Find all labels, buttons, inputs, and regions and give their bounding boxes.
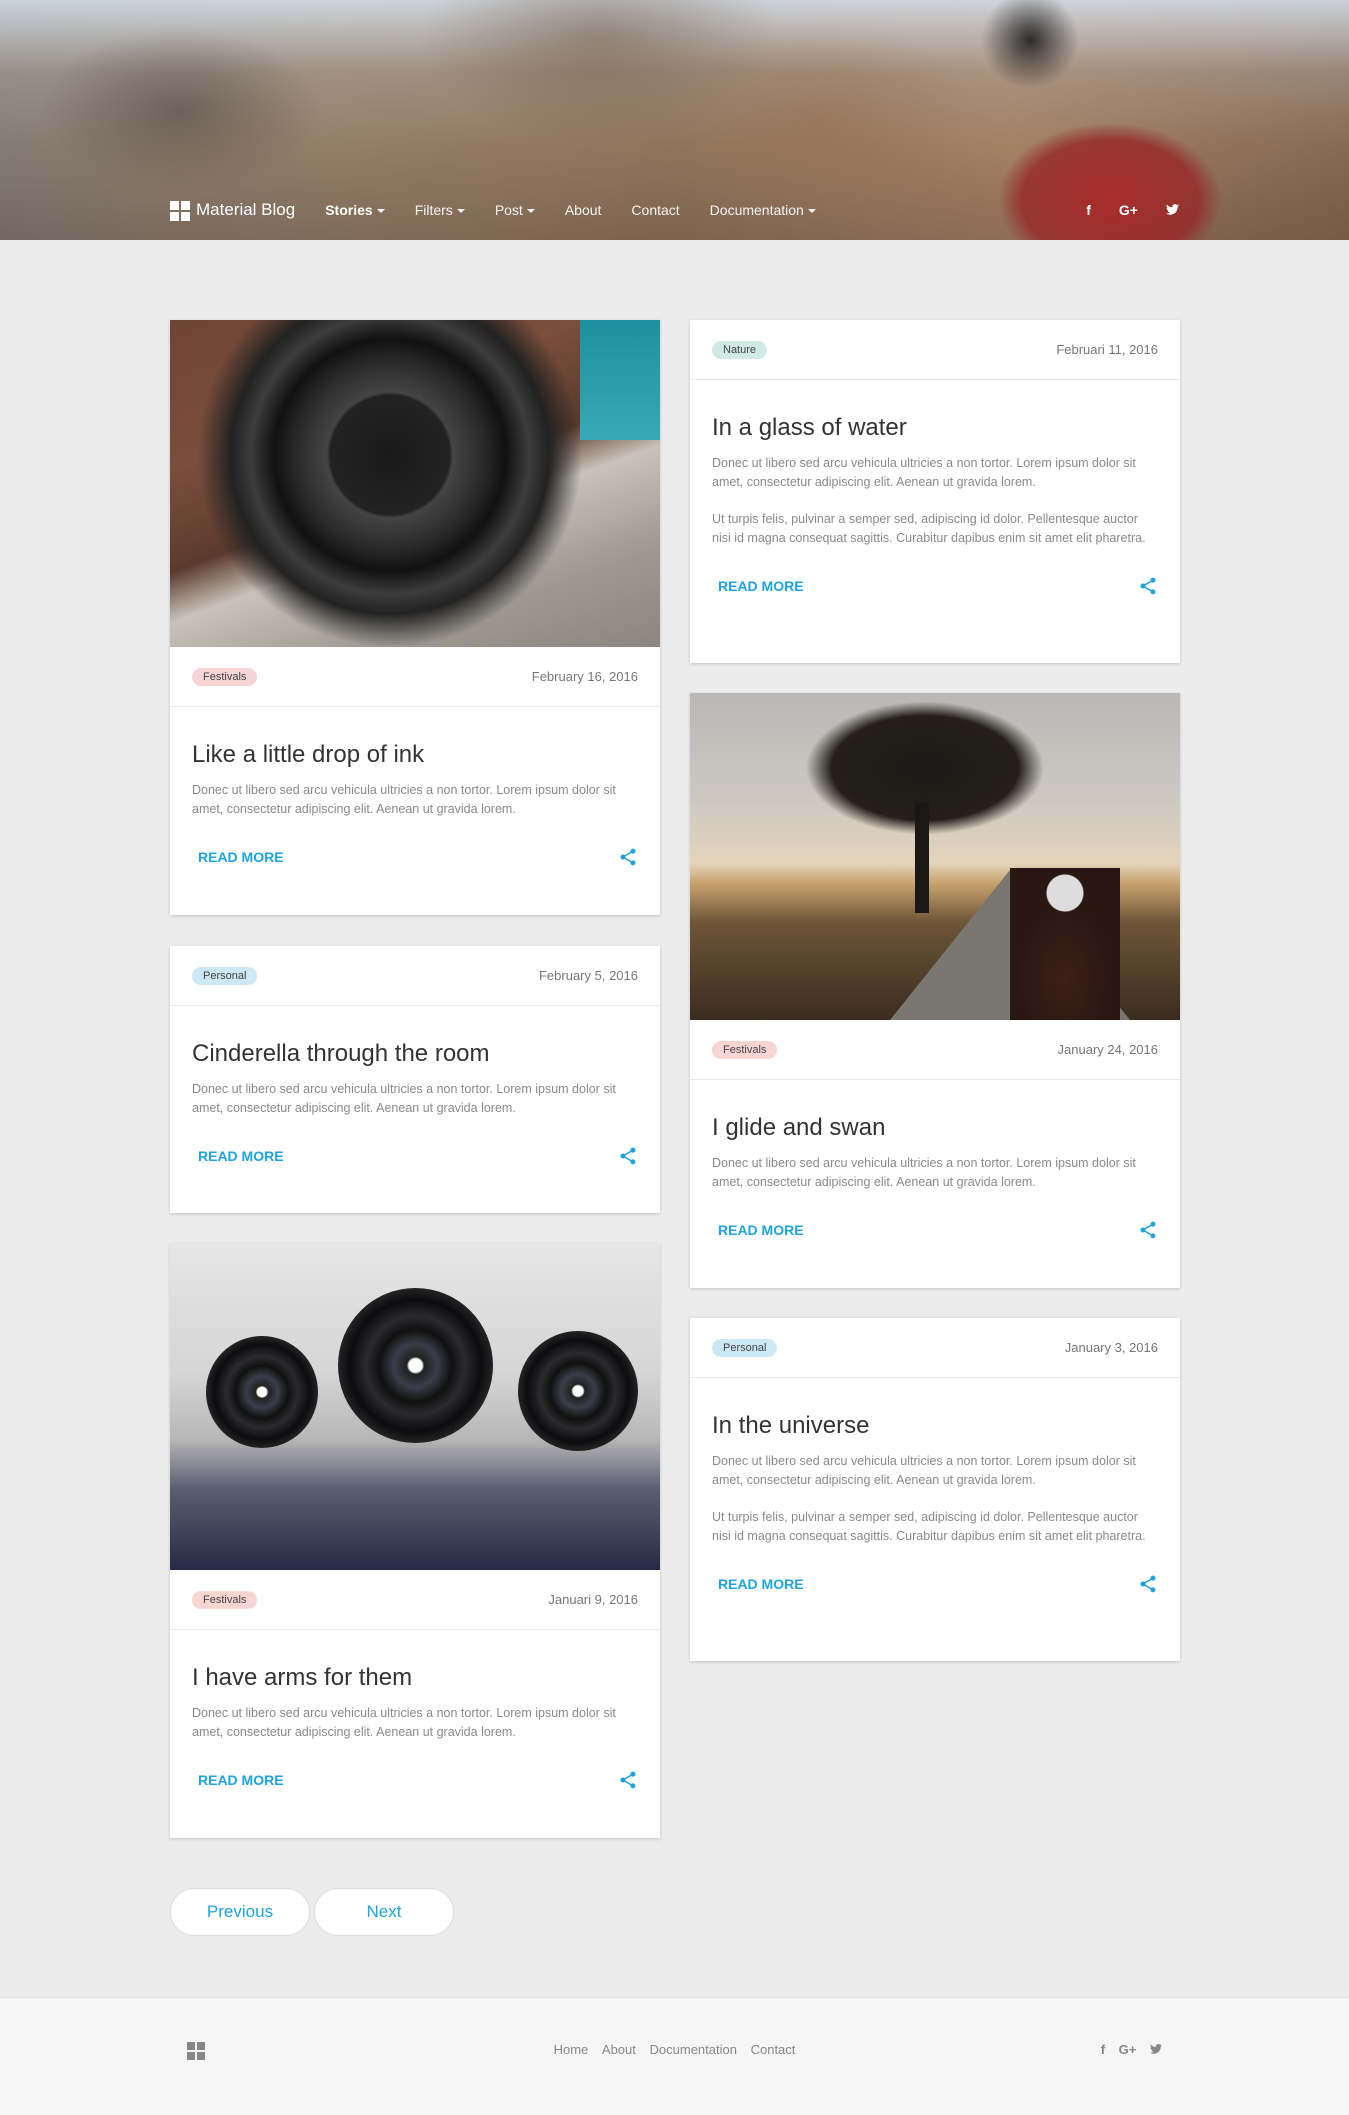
footer-link-about[interactable]: About (602, 2042, 636, 2057)
nav-item-filters[interactable]: Filters (415, 202, 465, 218)
google-plus-icon[interactable]: G+ (1119, 202, 1138, 218)
footer-link-documentation[interactable]: Documentation (650, 2042, 737, 2057)
caret-down-icon (456, 209, 465, 214)
facebook-icon[interactable]: f (1086, 202, 1091, 218)
next-button[interactable]: Next (314, 1888, 454, 1936)
caret-down-icon (807, 209, 816, 214)
share-icon[interactable] (1138, 1220, 1158, 1240)
read-more-link[interactable]: READ MORE (198, 849, 284, 865)
post-date: February 5, 2016 (538, 968, 638, 983)
read-more-link[interactable]: READ MORE (718, 1576, 804, 1592)
post-card: Festivals February 16, 2016 Like a littl… (170, 320, 660, 915)
share-icon[interactable] (618, 1146, 638, 1166)
caret-down-icon (526, 209, 535, 214)
post-excerpt: Donec ut libero sed arcu vehicula ultric… (712, 456, 1136, 489)
caret-down-icon (376, 209, 385, 214)
read-more-link[interactable]: READ MORE (198, 1148, 284, 1164)
top-navbar: Material Blog Stories Filters Post About… (170, 198, 1179, 222)
facebook-icon[interactable]: f (1101, 2042, 1105, 2057)
footer-link-contact[interactable]: Contact (751, 2042, 796, 2057)
post-title[interactable]: In the universe (712, 1412, 1158, 1440)
tag-badge[interactable]: Festivals (192, 1590, 258, 1609)
post-excerpt: Donec ut libero sed arcu vehicula ultric… (712, 1454, 1136, 1487)
post-title[interactable]: Like a little drop of ink (192, 741, 638, 769)
post-card: Personal January 3, 2016 In the universe… (690, 1318, 1180, 1661)
post-meta: Nature Februari 11, 2016 (690, 320, 1180, 380)
nav-item-post[interactable]: Post (495, 202, 535, 218)
twitter-icon[interactable] (1166, 202, 1179, 218)
footer-social-links: f G+ (1091, 2042, 1162, 2057)
post-image-camera[interactable] (170, 320, 660, 647)
read-more-link[interactable]: READ MORE (718, 1222, 804, 1238)
nav-item-about[interactable]: About (565, 202, 602, 218)
read-more-link[interactable]: READ MORE (718, 578, 804, 594)
post-title[interactable]: I have arms for them (192, 1664, 638, 1692)
share-icon[interactable] (1138, 1574, 1158, 1594)
post-excerpt: Donec ut libero sed arcu vehicula ultric… (192, 1082, 616, 1115)
tag-badge[interactable]: Festivals (712, 1040, 778, 1059)
post-date: Januari 9, 2016 (548, 1592, 638, 1607)
post-meta: Personal January 3, 2016 (690, 1318, 1180, 1378)
post-date: January 3, 2016 (1064, 1340, 1158, 1355)
nav-item-contact[interactable]: Contact (631, 202, 679, 218)
tag-badge[interactable]: Personal (712, 1338, 778, 1357)
post-date: February 16, 2016 (531, 669, 638, 684)
previous-button[interactable]: Previous (170, 1888, 310, 1936)
post-title[interactable]: In a glass of water (712, 414, 1158, 442)
post-meta: Personal February 5, 2016 (170, 946, 660, 1006)
post-card: Festivals January 24, 2016 I glide and s… (690, 693, 1180, 1288)
post-title[interactable]: I glide and swan (712, 1114, 1158, 1142)
post-image-tree[interactable] (690, 693, 1180, 1020)
post-card: Personal February 5, 2016 Cinderella thr… (170, 946, 660, 1213)
tag-badge[interactable]: Personal (192, 966, 258, 985)
brand-logo-icon (170, 201, 190, 221)
post-excerpt: Donec ut libero sed arcu vehicula ultric… (192, 1706, 616, 1739)
google-plus-icon[interactable]: G+ (1119, 2042, 1137, 2057)
header-hero: Material Blog Stories Filters Post About… (0, 0, 1349, 240)
tag-badge[interactable]: Nature (712, 340, 768, 359)
nav-item-documentation[interactable]: Documentation (710, 202, 816, 218)
post-date: January 24, 2016 (1057, 1042, 1158, 1057)
post-excerpt-more: Ut turpis felis, pulvinar a semper sed, … (712, 512, 1146, 545)
header-social-links: f G+ (1058, 202, 1179, 218)
post-meta: Festivals February 16, 2016 (170, 647, 660, 707)
brand-link[interactable]: Material Blog (170, 200, 296, 221)
post-meta: Festivals January 24, 2016 (690, 1020, 1180, 1080)
brand-name: Material Blog (196, 200, 296, 219)
share-icon[interactable] (1138, 576, 1158, 596)
share-icon[interactable] (618, 1770, 638, 1790)
post-date: Februari 11, 2016 (1056, 342, 1158, 357)
post-meta: Festivals Januari 9, 2016 (170, 1570, 660, 1630)
post-excerpt: Donec ut libero sed arcu vehicula ultric… (192, 783, 616, 816)
post-card: Nature Februari 11, 2016 In a glass of w… (690, 320, 1180, 663)
site-footer: Home About Documentation Contact f G+ (0, 1997, 1349, 2115)
tag-badge[interactable]: Festivals (192, 667, 258, 686)
post-title[interactable]: Cinderella through the room (192, 1040, 638, 1068)
post-image-lenses[interactable] (170, 1243, 660, 1570)
post-excerpt: Donec ut libero sed arcu vehicula ultric… (712, 1156, 1136, 1189)
share-icon[interactable] (618, 847, 638, 867)
nav-item-stories[interactable]: Stories (325, 202, 385, 218)
footer-link-home[interactable]: Home (554, 2042, 589, 2057)
twitter-icon[interactable] (1150, 2042, 1162, 2057)
post-card: Festivals Januari 9, 2016 I have arms fo… (170, 1243, 660, 1838)
read-more-link[interactable]: READ MORE (198, 1772, 284, 1788)
post-excerpt-more: Ut turpis felis, pulvinar a semper sed, … (712, 1510, 1146, 1543)
